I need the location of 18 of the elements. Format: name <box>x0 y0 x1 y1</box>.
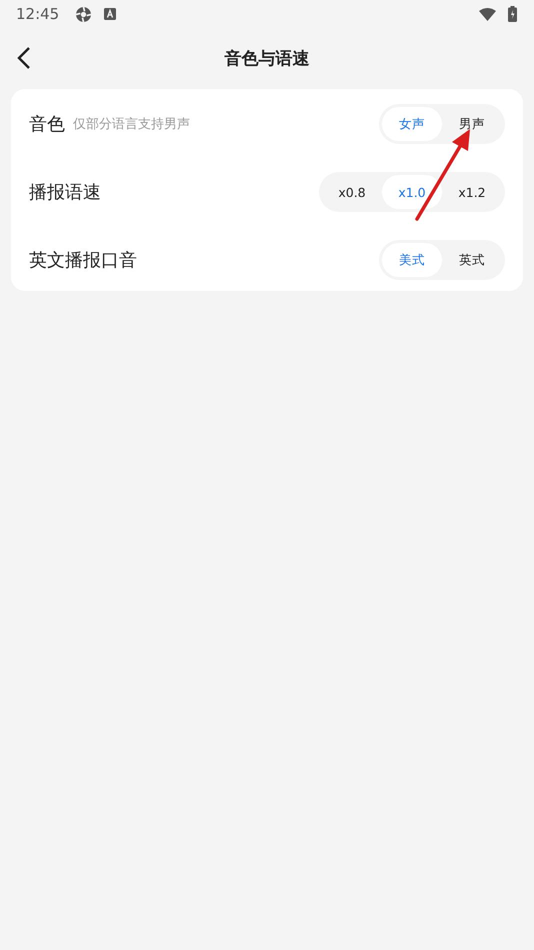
aperture-icon <box>75 6 92 22</box>
wifi-icon <box>479 8 496 20</box>
option-button[interactable]: x1.0 <box>382 175 442 209</box>
setting-hint: 仅部分语言支持男声 <box>73 116 190 133</box>
option-button[interactable]: 英式 <box>442 243 502 277</box>
option-button[interactable]: 美式 <box>382 243 442 277</box>
setting-label: 音色 <box>29 113 65 136</box>
option-button[interactable]: x0.8 <box>322 175 382 209</box>
setting-label: 播报语速 <box>29 181 101 204</box>
battery-icon <box>508 6 517 22</box>
notification-icon <box>104 8 116 20</box>
option-button[interactable]: 女声 <box>382 107 442 141</box>
setting-label: 英文播报口音 <box>29 249 137 272</box>
page-title: 音色与语速 <box>224 48 310 70</box>
status-time: 12:45 <box>16 5 60 23</box>
back-icon[interactable] <box>17 46 31 70</box>
option-button[interactable]: 男声 <box>442 107 502 141</box>
option-button[interactable]: x1.2 <box>442 175 502 209</box>
